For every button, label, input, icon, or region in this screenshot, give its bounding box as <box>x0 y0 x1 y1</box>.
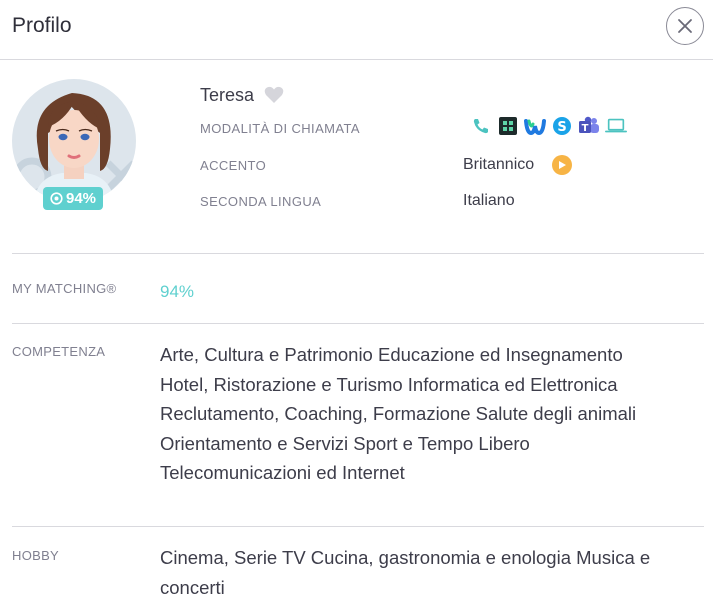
hobby-list: Cinema, Serie TV Cucina, gastronomia e e… <box>160 543 700 602</box>
close-icon <box>678 19 692 33</box>
section-divider <box>12 526 704 527</box>
hobby-label: HOBBY <box>12 548 60 563</box>
zoom-app-icon <box>497 115 519 137</box>
competenza-line: Orientamento e Servizi Sport e Tempo Lib… <box>160 432 530 454</box>
competenza-line: Hotel, Ristorazione e Turismo Informatic… <box>160 373 618 395</box>
skype-icon: S <box>551 115 573 137</box>
matching-label: MY MATCHING® <box>12 281 117 296</box>
matching-value: 94% <box>160 282 195 301</box>
svg-text:S: S <box>557 120 566 135</box>
laptop-icon <box>605 115 627 137</box>
avatar <box>12 79 136 203</box>
section-divider <box>12 323 704 324</box>
competenza-line: Telecomunicazioni ed Internet <box>160 462 405 483</box>
match-badge: 94% <box>43 187 103 210</box>
svg-text:T: T <box>582 123 589 134</box>
panel-header: Profilo <box>0 0 713 58</box>
match-badge-value: 94% <box>65 190 97 207</box>
hobby-line: Cinema, Serie TV Cucina, gastronomia e e… <box>160 547 651 568</box>
play-icon <box>559 161 566 169</box>
call-mode-icons: S T <box>470 115 627 137</box>
section-divider <box>12 253 704 254</box>
competenza-line: Arte, Cultura e Patrimonio Educazione ed… <box>160 344 623 365</box>
second-language-label: SECONDA LINGUA <box>200 194 322 209</box>
competenza-label: COMPETENZA <box>12 344 106 359</box>
header-divider <box>0 59 713 60</box>
webex-icon <box>524 115 546 137</box>
competenza-list: Arte, Cultura e Patrimonio Educazione ed… <box>160 340 700 488</box>
close-button[interactable] <box>666 7 704 45</box>
competenza-line: Reclutamento, Coaching, Formazione Salut… <box>160 403 637 424</box>
target-icon <box>50 192 63 205</box>
call-mode-label: MODALITÀ DI CHIAMATA <box>200 121 360 136</box>
phone-icon <box>470 115 492 137</box>
page-title: Profilo <box>12 14 72 37</box>
heart-icon[interactable] <box>264 86 284 104</box>
profile-name: Teresa <box>200 85 255 105</box>
play-accent-button[interactable] <box>552 155 572 175</box>
accent-value: Britannico <box>463 156 535 173</box>
second-language-value: Italiano <box>463 192 515 209</box>
hobby-line: concerti <box>160 576 225 598</box>
accent-label: ACCENTO <box>200 158 267 173</box>
teams-icon: T <box>578 115 600 137</box>
